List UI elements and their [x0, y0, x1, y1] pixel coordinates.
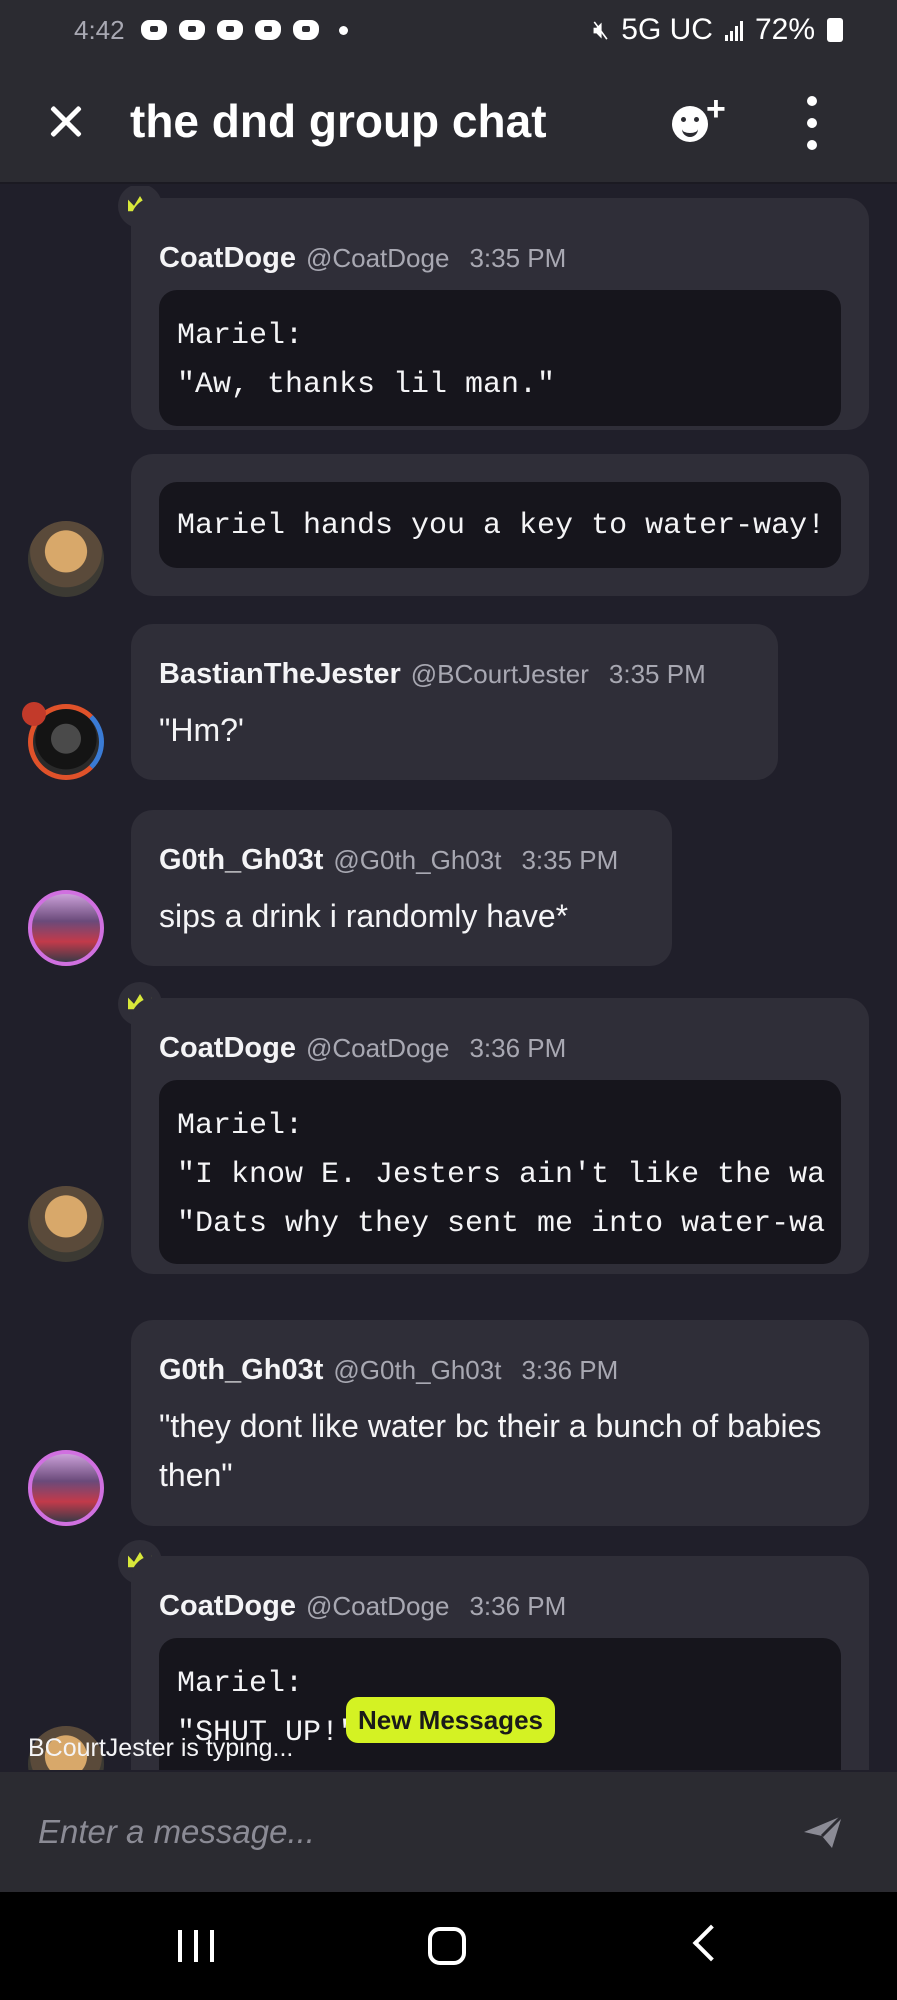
message-bubble[interactable]: G0th_Gh03t @G0th_Gh03t 3:36 PM "they don… [131, 1320, 869, 1526]
status-bar: 4:42 🔇︎ 5G UC 72% [0, 0, 897, 60]
message-author[interactable]: CoatDoge [159, 1590, 296, 1623]
message-handle: @BCourtJester [410, 659, 589, 689]
status-time: 4:42 [74, 14, 125, 45]
new-messages-button[interactable]: New Messages [346, 1697, 555, 1743]
add-member-icon[interactable]: + [670, 90, 734, 152]
notification-icons [140, 20, 348, 40]
avatar[interactable] [28, 1450, 104, 1526]
more-options-icon[interactable] [802, 96, 822, 150]
recents-icon[interactable] [178, 1930, 214, 1962]
message-input[interactable] [0, 1772, 780, 1892]
message-text: sips a drink i randomly have* [159, 898, 569, 934]
code-block: Mariel hands you a key to water-way! [159, 482, 841, 568]
system-nav-bar [0, 1892, 897, 2000]
message-bubble[interactable]: BastianTheJester @BCourtJester 3:35 PM "… [131, 624, 778, 780]
message-author[interactable]: CoatDoge [159, 1032, 296, 1065]
battery-label: 72% [754, 13, 815, 46]
network-label: 5G UC [621, 13, 713, 46]
message-handle: @CoatDoge [305, 243, 450, 273]
code-block: Mariel: "Aw, thanks lil man." [159, 290, 841, 426]
mute-icon: 🔇︎ [592, 14, 610, 44]
message-time: 3:36 PM [521, 1355, 619, 1385]
close-icon[interactable] [36, 91, 96, 151]
message-author[interactable]: BastianTheJester [159, 658, 401, 691]
avatar[interactable] [28, 1186, 104, 1262]
back-icon[interactable] [692, 1924, 730, 1962]
message-time: 3:35 PM [469, 243, 567, 273]
avatar[interactable] [28, 890, 104, 966]
message-author[interactable]: G0th_Gh03t [159, 1354, 323, 1387]
message-text: "they dont like water bc their a bunch o… [159, 1408, 822, 1493]
message-composer [0, 1772, 897, 1892]
message-handle: @CoatDoge [305, 1591, 450, 1621]
message-bubble[interactable]: CoatDoge @CoatDoge 3:36 PM Mariel: "I kn… [131, 998, 869, 1274]
message-author[interactable]: G0th_Gh03t [159, 844, 323, 877]
battery-icon [827, 18, 843, 42]
avatar[interactable] [28, 521, 104, 597]
discord-icon [140, 20, 167, 40]
message-time: 3:35 PM [521, 845, 619, 875]
message-time: 3:35 PM [608, 659, 706, 689]
message-list[interactable]: CoatDoge @CoatDoge 3:35 PM Mariel: "Aw, … [0, 186, 897, 1770]
discord-icon [254, 20, 281, 40]
discord-icon [292, 20, 319, 40]
more-notifications-dot [338, 25, 348, 35]
signal-icon [724, 19, 743, 41]
avatar-decoration-icon [22, 702, 46, 726]
message-bubble[interactable]: Mariel hands you a key to water-way! [131, 454, 869, 596]
message-handle: @G0th_Gh03t [333, 845, 502, 875]
send-icon[interactable] [802, 1814, 844, 1850]
message-time: 3:36 PM [469, 1033, 567, 1063]
message-bubble[interactable]: CoatDoge @CoatDoge 3:35 PM Mariel: "Aw, … [131, 198, 869, 430]
typing-indicator: BCourtJester is typing... [28, 1734, 294, 1762]
chat-header: the dnd group chat + [0, 60, 897, 184]
message-bubble[interactable]: G0th_Gh03t @G0th_Gh03t 3:35 PM sips a dr… [131, 810, 672, 966]
message-handle: @G0th_Gh03t [333, 1355, 502, 1385]
message-author[interactable]: CoatDoge [159, 242, 296, 275]
code-block: Mariel: "I know E. Jesters ain't like th… [159, 1080, 841, 1264]
discord-icon [216, 20, 243, 40]
home-icon[interactable] [428, 1927, 466, 1965]
message-text: "Hm?' [159, 712, 245, 748]
message-handle: @CoatDoge [305, 1033, 450, 1063]
message-time: 3:36 PM [469, 1591, 567, 1621]
chat-title: the dnd group chat [130, 95, 547, 147]
discord-icon [178, 20, 205, 40]
